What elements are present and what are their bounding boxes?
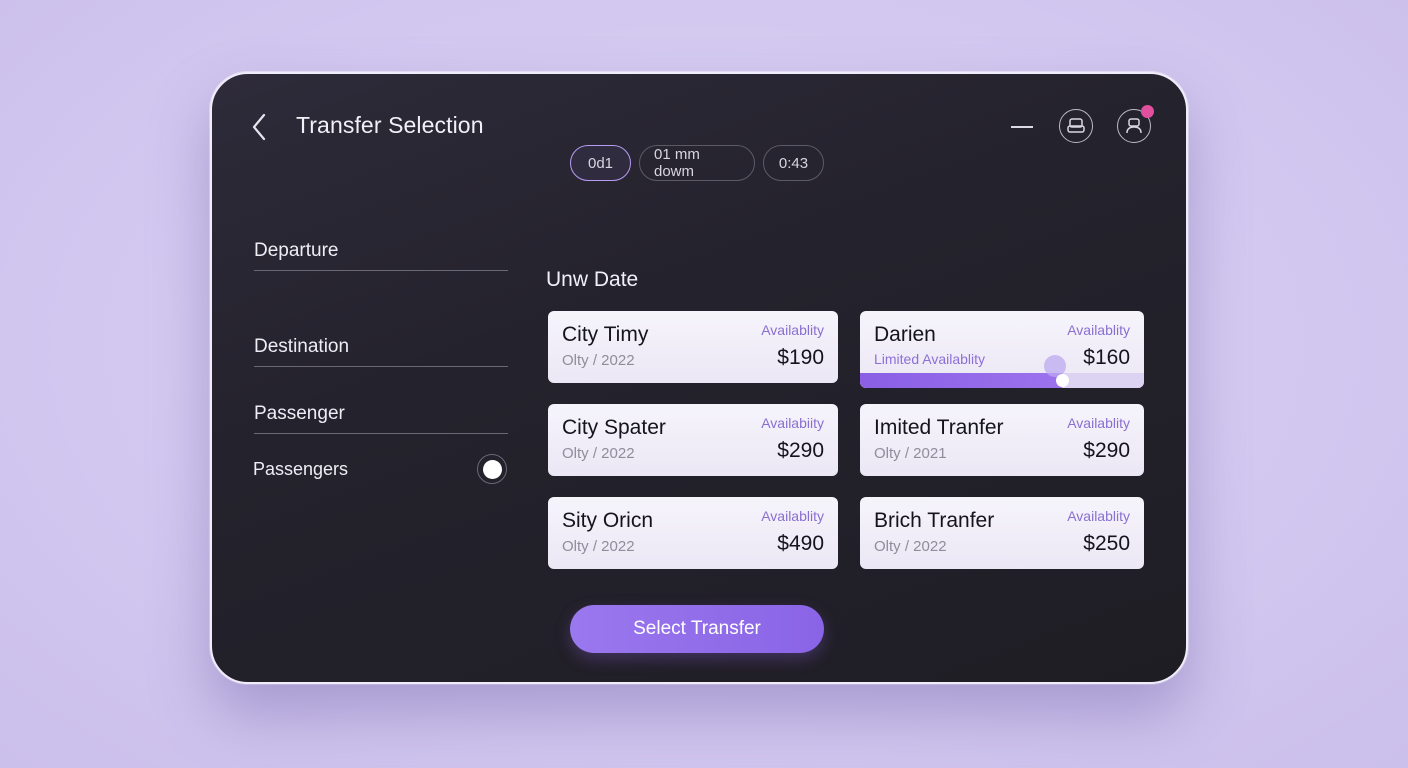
- notification-badge: [1141, 105, 1154, 118]
- transfer-price: $290: [1083, 439, 1130, 462]
- limited-availability-label: Limited Availablity: [874, 351, 986, 367]
- transfer-price: $490: [777, 532, 824, 555]
- transfer-subtitle: Olty / 2021: [874, 445, 947, 462]
- passengers-row: Passengers: [253, 452, 507, 486]
- passengers-label: Passengers: [253, 458, 349, 479]
- time-pill-1[interactable]: 0d1: [570, 145, 631, 181]
- destination-field[interactable]: Destination: [254, 336, 508, 367]
- departure-field[interactable]: Departure: [254, 240, 508, 271]
- transfer-card-limited[interactable]: Darien Limited Availablity Availablity $…: [860, 311, 1144, 388]
- availability-label: Availablity: [1067, 508, 1130, 524]
- passenger-field[interactable]: Passenger: [254, 403, 508, 434]
- transfer-price: $160: [1083, 346, 1130, 369]
- time-filter-pills: 0d1 01 mm dowm 0:43: [570, 145, 824, 181]
- chevron-left-icon: [252, 113, 266, 141]
- availability-label: Availabiity: [761, 415, 824, 431]
- back-button[interactable]: [248, 112, 272, 142]
- availability-label: Availablity: [761, 322, 824, 338]
- transfer-card[interactable]: Sity Oricn Olty / 2022 Availablity $490: [548, 497, 838, 569]
- time-pill-3[interactable]: 0:43: [763, 145, 824, 181]
- page-title: Transfer Selection: [296, 112, 484, 138]
- passengers-toggle[interactable]: [477, 454, 507, 484]
- transfer-name: City Timy: [562, 323, 649, 346]
- toggle-knob: [482, 459, 502, 479]
- transfer-card[interactable]: City Timy Olty / 2022 Availablity $190: [548, 311, 838, 383]
- seat-icon: [1067, 118, 1085, 133]
- availability-label: Availablity: [761, 508, 824, 524]
- transfer-subtitle: Olty / 2022: [874, 538, 947, 555]
- transfer-card[interactable]: City Spater Olty / 2022 Availabiity $290: [548, 404, 838, 476]
- profile-icon: [1126, 118, 1142, 134]
- availability-slider[interactable]: [860, 355, 1144, 388]
- availability-slider-handle[interactable]: [1055, 374, 1069, 387]
- transfer-price: $190: [777, 346, 824, 369]
- transfer-name: Sity Oricn: [562, 509, 654, 532]
- section-title: Unw Date: [546, 268, 639, 291]
- minimize-icon[interactable]: [1011, 126, 1033, 128]
- transfer-subtitle: Olty / 2022: [562, 352, 635, 369]
- availability-label: Availablity: [1067, 415, 1130, 431]
- transfer-subtitle: Olty / 2022: [562, 538, 635, 555]
- transfer-name: Darien: [874, 323, 936, 346]
- availability-slider-fill: [860, 373, 1062, 388]
- transfer-card[interactable]: Brich Tranfer Olty / 2022 Availablity $2…: [860, 497, 1144, 569]
- profile-button[interactable]: [1117, 105, 1154, 143]
- time-pill-2[interactable]: 01 mm dowm: [639, 145, 755, 181]
- transfer-window: Transfer Selection 0d1 01 mm dowm 0:43 D…: [210, 72, 1188, 684]
- transfer-name: Imited Tranfer: [874, 416, 1004, 439]
- select-transfer-button[interactable]: Select Transfer: [570, 605, 824, 653]
- transfer-subtitle: Olty / 2022: [562, 445, 635, 462]
- seat-button[interactable]: [1059, 109, 1093, 143]
- transfer-price: $250: [1083, 532, 1130, 555]
- transfer-price: $290: [777, 439, 824, 462]
- transfer-name: Brich Tranfer: [874, 509, 995, 532]
- transfer-card[interactable]: Imited Tranfer Olty / 2021 Availablity $…: [860, 404, 1144, 476]
- availability-label: Availablity: [1067, 322, 1130, 338]
- transfer-name: City Spater: [562, 416, 666, 439]
